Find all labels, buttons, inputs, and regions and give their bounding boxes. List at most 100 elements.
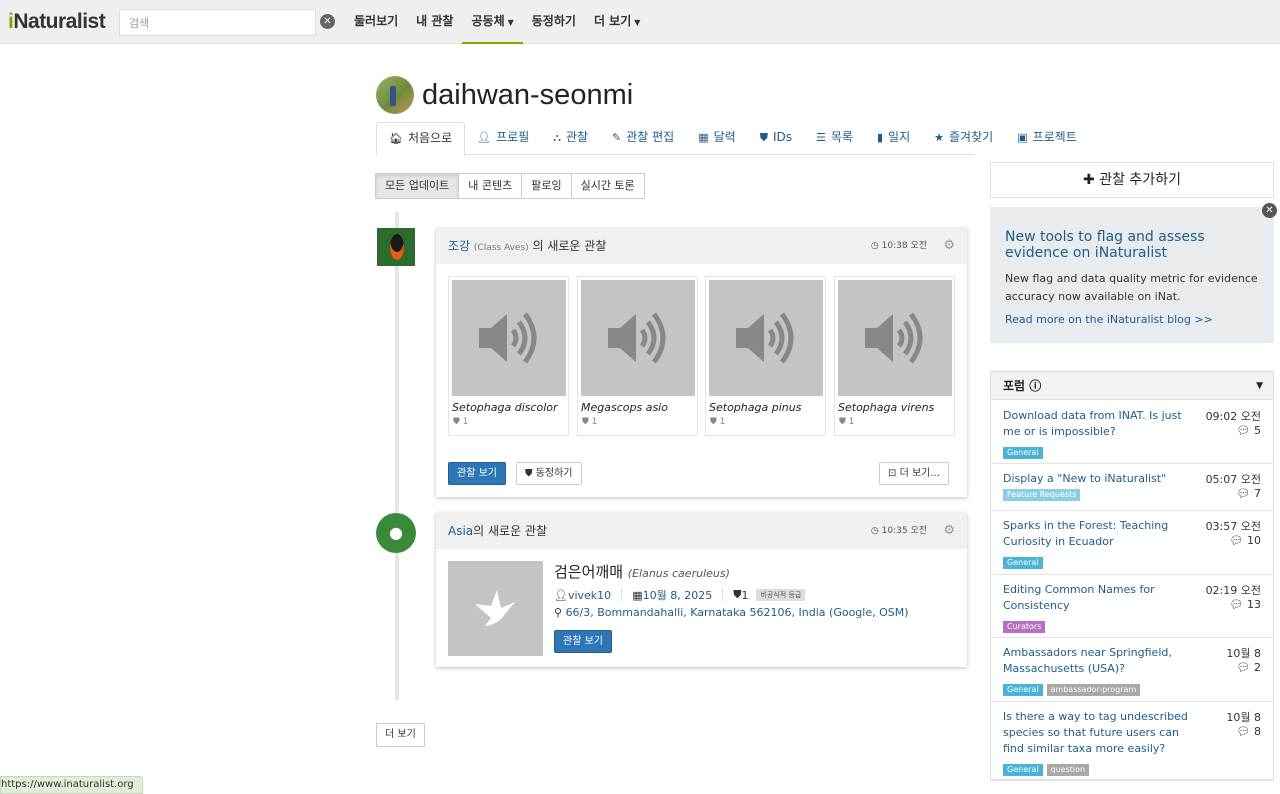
forum-topic-title[interactable]: Download data from INAT. Is just me or i… [1003, 408, 1201, 440]
profile-header: daihwan-seonmi [376, 76, 633, 114]
update-card-place: Asia의 새로운 관찰 ◷ 10:35 오전 ⚙ 검은어깨매 (Elanus … [436, 513, 967, 667]
top-navbar: iNaturalist 검색 ✕ 둘러보기 내 관찰 공동체 ▼ 동정하기 더 보… [0, 0, 1280, 44]
forum-topic[interactable]: Sparks in the Forest: Teaching Curiosity… [991, 511, 1273, 575]
card-time-text: 10:38 오전 [881, 241, 927, 251]
user-icon: 👤︎ [477, 131, 492, 144]
list-icon: ☰ [816, 131, 826, 144]
blog-title[interactable]: New tools to flag and assess evidence on… [1005, 229, 1259, 261]
view-observation-button[interactable]: 관찰 보기 [554, 630, 612, 653]
osm-link[interactable]: OSM [879, 606, 904, 619]
topic-tag[interactable]: ambassador-program [1046, 684, 1141, 696]
sound-icon [736, 312, 794, 364]
comment-icon: 💬︎ [1236, 725, 1254, 738]
map-marker-icon: ⚲ [554, 606, 566, 619]
shield-icon: ⛊ [839, 417, 849, 427]
tab-home[interactable]: 🏠︎ 처음으로 [376, 122, 466, 156]
nav-more[interactable]: 더 보기 ▼ [585, 0, 649, 44]
forum-topic[interactable]: Download data from INAT. Is just me or i… [991, 401, 1273, 464]
tab-journal[interactable]: ▮ 일지 [865, 122, 922, 155]
location-link[interactable]: 66/3, Bommandahalli, Karnataka 562106, I… [566, 606, 826, 619]
feed-filters: 모든 업데이트 내 콘텐츠 팔로잉 실시간 토론 [375, 173, 645, 199]
forum-topic-title[interactable]: Ambassadors near Springfield, Massachuse… [1003, 645, 1201, 677]
tab-ids[interactable]: ⛊ IDs [748, 122, 804, 155]
topic-tag[interactable]: General [1003, 764, 1043, 776]
forum-topic[interactable]: Editing Common Names for Consistency 02:1… [991, 575, 1273, 638]
topic-tag[interactable]: Curators [1003, 621, 1046, 633]
status-bar-url: https://www.inaturalist.org [0, 776, 143, 794]
observer-link[interactable]: vivek10 [568, 589, 611, 602]
topic-tag[interactable]: General [1003, 447, 1043, 459]
tab-lists[interactable]: ☰ 목록 [804, 122, 865, 155]
search-input[interactable]: 검색 [119, 9, 316, 36]
forum-topic[interactable]: Display a "New to iNaturalist" Symbol05:… [991, 464, 1273, 511]
tab-profile[interactable]: 👤︎ 프로필 [465, 122, 541, 155]
filter-live-discussion[interactable]: 실시간 토론 [570, 173, 645, 199]
map-marker-icon: ● [376, 513, 416, 553]
nav-my-observations[interactable]: 내 관찰 [407, 0, 462, 44]
sound-icon [865, 312, 923, 364]
tab-observations[interactable]: ⛬ 관찰 [541, 122, 600, 155]
observation-date[interactable]: 10월 8, 2025 [643, 587, 713, 603]
view-observations-button[interactable]: 관찰 보기 [448, 462, 506, 485]
load-more-button[interactable]: 더 보기 [376, 723, 425, 747]
observation-thumb[interactable]: Setophaga pinus ⛊ 1 [705, 276, 826, 436]
filter-my-content[interactable]: 내 콘텐츠 [458, 173, 523, 199]
tab-label: IDs [772, 130, 793, 144]
tab-edit-observations[interactable]: ✎ 관찰 편집 [600, 122, 686, 155]
forum-topic[interactable]: Ambassadors near Springfield, Massachuse… [991, 638, 1273, 702]
nav-more-label: 더 보기 [593, 14, 632, 28]
topic-tag[interactable]: General [1003, 684, 1043, 696]
card-header: 조강 (Class Aves) 의 새로운 관찰 ◷ 10:38 오전 ⚙ [436, 228, 967, 264]
common-name: 검은어깨매 [554, 563, 624, 581]
google-link[interactable]: Google [833, 606, 872, 619]
card-time: ◷ 10:35 오전 [871, 513, 927, 549]
taxon-avatar[interactable] [377, 228, 415, 266]
tab-label: 프로젝트 [1032, 130, 1077, 144]
user-avatar[interactable] [376, 76, 414, 114]
topic-tags: General ambassador-program [1003, 681, 1144, 696]
tab-favorites[interactable]: ★ 즐겨찾기 [922, 122, 1005, 155]
topic-tag[interactable]: Feature Requests [1003, 489, 1081, 501]
observation-thumb[interactable]: Setophaga virens ⛊ 1 [834, 276, 955, 436]
observation-photo-placeholder[interactable] [448, 561, 543, 656]
show-more-button[interactable]: ⊡ 더 보기... [879, 462, 949, 485]
forum-topic-title[interactable]: Editing Common Names for Consistency [1003, 582, 1201, 614]
id-count-value: 1 [719, 417, 726, 427]
add-observation-button[interactable]: ✚ 관찰 추가하기 [990, 162, 1274, 198]
nav-explore[interactable]: 둘러보기 [345, 0, 407, 44]
blog-link[interactable]: Read more on the iNaturalist blog >> [1005, 313, 1259, 326]
profile-tabs: 🏠︎ 처음으로 👤︎ 프로필 ⛬ 관찰 ✎ 관찰 편집 ▦ 달력 ⛊ IDs ☰ 목록 ▮ 일지… [376, 122, 1077, 156]
binoculars-icon: ⛬ [553, 131, 561, 144]
species-name: Setophaga virens [838, 401, 935, 414]
tab-calendar[interactable]: ▦ 달력 [686, 122, 748, 155]
tab-projects[interactable]: ▣ 프로젝트 [1005, 122, 1089, 155]
forum-topic-title[interactable]: Is there a way to tag undescribed specie… [1003, 709, 1201, 757]
chevron-down-icon: ▼ [634, 18, 641, 27]
taxon-link[interactable]: 조강 [448, 239, 470, 253]
place-link[interactable]: Asia [448, 524, 473, 538]
id-count-value: 1 [848, 417, 855, 427]
filter-all-updates[interactable]: 모든 업데이트 [375, 173, 460, 199]
forum-header[interactable]: 포럼 ⓘ ▼ [991, 372, 1273, 400]
sound-placeholder [581, 280, 695, 396]
add-observation-label: 관찰 추가하기 [1099, 172, 1181, 188]
reply-count: 💬︎ 2 [1237, 661, 1261, 674]
gear-icon[interactable]: ⚙ [943, 228, 955, 264]
topic-tag[interactable]: question [1046, 764, 1090, 776]
filter-following[interactable]: 팔로잉 [521, 173, 572, 199]
clear-search-icon[interactable]: ✕ [320, 14, 335, 29]
observation-thumb[interactable]: Setophaga discolor ⛊ 1 [448, 276, 569, 436]
observation-thumb[interactable]: Megascops asio ⛊ 1 [577, 276, 698, 436]
inaturalist-logo[interactable]: iNaturalist [8, 10, 106, 34]
topic-tag[interactable]: General [1003, 557, 1043, 569]
nav-identify[interactable]: 동정하기 [523, 0, 585, 44]
close-icon[interactable]: ✕ [1262, 203, 1277, 218]
forum-topic-title[interactable]: Sparks in the Forest: Teaching Curiosity… [1003, 518, 1201, 550]
forum-title: 포럼 [1003, 379, 1026, 393]
forum-topic[interactable]: Is there a way to tag undescribed specie… [991, 702, 1273, 781]
identify-button[interactable]: ⛊ 동정하기 [516, 462, 582, 485]
gear-icon[interactable]: ⚙ [943, 513, 955, 549]
tab-label: 즐겨찾기 [949, 130, 994, 144]
nav-community[interactable]: 공동체 ▼ [462, 0, 523, 44]
observation-title: 검은어깨매 (Elanus caeruleus) [554, 561, 730, 582]
